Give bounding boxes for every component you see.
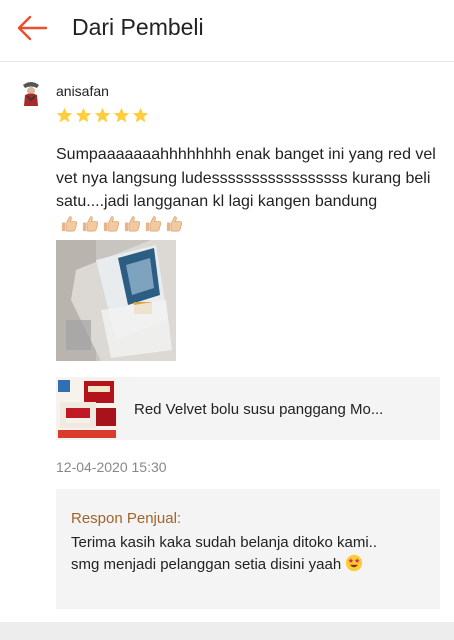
star-struck-emoji-icon xyxy=(346,554,363,572)
thumbs-up-icon xyxy=(82,215,99,231)
star-icon xyxy=(56,107,73,123)
product-thumbnail xyxy=(56,378,118,439)
star-icon xyxy=(132,107,149,123)
back-button[interactable] xyxy=(14,13,50,43)
avatar[interactable] xyxy=(20,80,42,106)
app-header: Dari Pembeli xyxy=(0,0,454,62)
star-icon xyxy=(94,107,111,123)
thumbs-up-icon xyxy=(61,215,78,231)
reviewer-username: anisafan xyxy=(56,83,109,99)
review-body: Sumpaaaaaaahhhhhhhh enak banget ini yang… xyxy=(56,146,436,210)
product-card[interactable]: Red Velvet bolu susu panggang Mo... xyxy=(56,377,440,440)
rating-stars xyxy=(56,107,149,127)
star-icon xyxy=(113,107,130,123)
seller-response-text: Terima kasih kaka sudah belanja ditoko k… xyxy=(71,532,401,576)
thumbs-up-emojis xyxy=(60,214,186,241)
bottom-divider xyxy=(0,622,454,640)
arrow-left-icon xyxy=(17,15,48,41)
thumbs-up-icon xyxy=(166,215,183,231)
seller-response-label: Respon Penjual: xyxy=(71,510,182,527)
page-title: Dari Pembeli xyxy=(72,14,204,40)
thumbs-up-icon xyxy=(124,215,141,231)
thumbs-up-icon xyxy=(103,215,120,231)
review-photo[interactable] xyxy=(56,240,176,361)
star-icon xyxy=(75,107,92,123)
review-date: 12-04-2020 15:30 xyxy=(56,459,167,475)
seller-response-body: Terima kasih kaka sudah belanja ditoko k… xyxy=(71,534,377,573)
seller-response: Respon Penjual: Terima kasih kaka sudah … xyxy=(56,489,440,609)
review-text: Sumpaaaaaaahhhhhhhh enak banget ini yang… xyxy=(56,143,442,240)
thumbs-up-icon xyxy=(145,215,162,231)
product-name: Red Velvet bolu susu panggang Mo... xyxy=(134,401,384,418)
